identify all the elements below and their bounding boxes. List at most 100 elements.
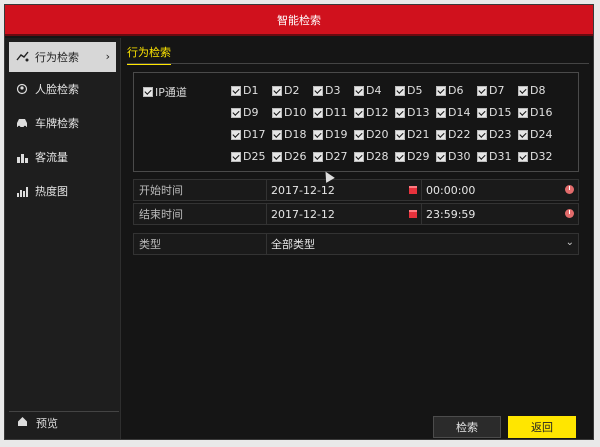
channel-checkbox[interactable]: D5 <box>395 84 436 97</box>
channel-checkbox[interactable]: D15 <box>477 106 518 119</box>
checkbox-checked-icon <box>518 85 528 96</box>
channel-label: D28 <box>366 150 389 163</box>
calendar-icon[interactable] <box>409 210 417 218</box>
channel-checkbox[interactable]: D17 <box>231 128 272 141</box>
end-time-value: 23:59:59 <box>426 207 476 221</box>
checkbox-checked-icon <box>272 151 282 162</box>
channel-label: D5 <box>407 84 423 97</box>
channel-checkbox[interactable]: D12 <box>354 106 395 119</box>
checkbox-checked-icon <box>143 87 153 97</box>
checkbox-checked-icon <box>272 129 282 140</box>
channel-label: D19 <box>325 128 348 141</box>
channel-checkbox[interactable]: D25 <box>231 150 272 163</box>
home-icon <box>17 416 28 430</box>
channel-label: D14 <box>448 106 471 119</box>
search-button[interactable]: 检索 <box>433 416 501 438</box>
channel-label: D10 <box>284 106 307 119</box>
channel-checkbox[interactable]: D3 <box>313 84 354 97</box>
channel-label: D3 <box>325 84 341 97</box>
checkbox-checked-icon <box>272 85 282 96</box>
channel-checkbox[interactable]: D4 <box>354 84 395 97</box>
channel-checkbox[interactable]: D2 <box>272 84 313 97</box>
start-time-field[interactable]: 00:00:00 <box>422 180 578 200</box>
channel-label: D23 <box>489 128 512 141</box>
channel-checkbox[interactable]: D6 <box>436 84 477 97</box>
channel-label: D15 <box>489 106 512 119</box>
type-value: 全部类型 <box>271 238 315 251</box>
channel-checkbox[interactable]: D32 <box>518 150 559 163</box>
channel-checkbox[interactable]: D20 <box>354 128 395 141</box>
channel-label: D1 <box>243 84 259 97</box>
face-icon <box>15 83 29 95</box>
checkbox-checked-icon <box>395 129 405 140</box>
checkbox-checked-icon <box>231 151 241 162</box>
channel-checkbox[interactable]: D31 <box>477 150 518 163</box>
channel-checkbox[interactable]: D7 <box>477 84 518 97</box>
back-button[interactable]: 返回 <box>508 416 576 438</box>
sidebar-item-plate-search[interactable]: 车牌检索 <box>5 106 120 140</box>
channel-checkbox[interactable]: D30 <box>436 150 477 163</box>
preview-button[interactable]: 预览 <box>9 411 119 433</box>
sidebar-item-behavior-search[interactable]: 行为检索 › <box>9 42 116 72</box>
checkbox-checked-icon <box>395 85 405 96</box>
tab-behavior-search[interactable]: 行为检索 <box>127 44 171 65</box>
start-date-field[interactable]: 2017-12-12 <box>267 180 422 200</box>
end-date-field[interactable]: 2017-12-12 <box>267 204 422 224</box>
start-time-value: 00:00:00 <box>426 183 476 197</box>
channel-checkbox[interactable]: D16 <box>518 106 559 119</box>
checkbox-checked-icon <box>313 85 323 96</box>
channel-checkbox[interactable]: D26 <box>272 150 313 163</box>
sidebar-item-people-count[interactable]: 客流量 <box>5 140 120 174</box>
channel-checkbox[interactable]: D22 <box>436 128 477 141</box>
channel-label: D13 <box>407 106 430 119</box>
chevron-down-icon: ⌄ <box>565 237 574 248</box>
end-time-label: 结束时间 <box>134 204 267 224</box>
channel-checkbox[interactable]: D8 <box>518 84 559 97</box>
ip-channel-all-checkbox[interactable]: IP通道 <box>143 84 187 100</box>
type-select[interactable]: 全部类型 ⌄ <box>267 234 578 254</box>
clock-icon[interactable] <box>565 209 574 218</box>
window-title: 智能检索 <box>5 5 593 36</box>
checkbox-checked-icon <box>518 151 528 162</box>
checkbox-checked-icon <box>313 129 323 140</box>
channel-checkbox[interactable]: D18 <box>272 128 313 141</box>
behavior-icon <box>15 51 29 63</box>
channel-checkbox[interactable]: D21 <box>395 128 436 141</box>
channel-checkbox[interactable]: D9 <box>231 106 272 119</box>
checkbox-checked-icon <box>436 85 446 96</box>
channel-label: D29 <box>407 150 430 163</box>
sidebar-item-label: 人脸检索 <box>35 83 79 96</box>
channel-checkbox[interactable]: D11 <box>313 106 354 119</box>
channel-label: D30 <box>448 150 471 163</box>
sidebar-item-face-search[interactable]: 人脸检索 <box>5 72 120 106</box>
channel-checkbox[interactable]: D24 <box>518 128 559 141</box>
channel-checkbox[interactable]: D27 <box>313 150 354 163</box>
sidebar-item-heatmap[interactable]: 热度图 <box>5 174 120 208</box>
channel-label: D18 <box>284 128 307 141</box>
channel-label: D27 <box>325 150 348 163</box>
channel-checkbox[interactable]: D13 <box>395 106 436 119</box>
channel-checkbox[interactable]: D23 <box>477 128 518 141</box>
channel-label: D31 <box>489 150 512 163</box>
channel-checkbox[interactable]: D14 <box>436 106 477 119</box>
end-time-field[interactable]: 23:59:59 <box>422 204 578 224</box>
clock-icon[interactable] <box>565 185 574 194</box>
channel-label: D22 <box>448 128 471 141</box>
checkbox-checked-icon <box>354 107 364 118</box>
channel-label: D8 <box>530 84 546 97</box>
channel-checkbox[interactable]: D28 <box>354 150 395 163</box>
channel-checkbox[interactable]: D19 <box>313 128 354 141</box>
channel-label: D25 <box>243 150 266 163</box>
channel-checkbox[interactable]: D1 <box>231 84 272 97</box>
channel-label: D26 <box>284 150 307 163</box>
channel-label: D16 <box>530 106 553 119</box>
checkbox-checked-icon <box>436 151 446 162</box>
channel-checkbox[interactable]: D29 <box>395 150 436 163</box>
channel-checkbox[interactable]: D10 <box>272 106 313 119</box>
tab-divider <box>127 63 589 64</box>
start-time-row: 开始时间 2017-12-12 00:00:00 <box>133 179 579 201</box>
channel-label: D20 <box>366 128 389 141</box>
checkbox-checked-icon <box>477 151 487 162</box>
checkbox-checked-icon <box>313 107 323 118</box>
calendar-icon[interactable] <box>409 186 417 194</box>
